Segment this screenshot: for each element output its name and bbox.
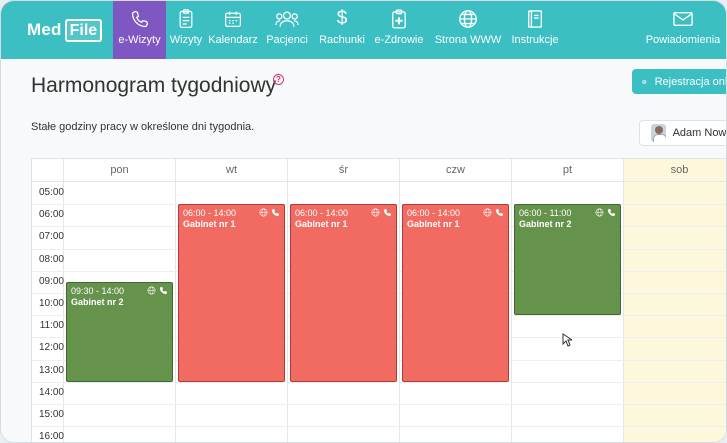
user-name: Adam Nowak: [672, 127, 727, 139]
hour-label: 10:00: [38, 298, 64, 309]
block-room: Gabinet nr 2: [519, 219, 572, 230]
top-navbar: Med File e-Wizyty Wizyty Kalendarz Pacje…: [1, 1, 726, 59]
schedule-block[interactable]: 06:00 - 11:00 Gabinet nr 2: [514, 204, 621, 316]
page-title: Harmonogram tygodniowy: [31, 74, 277, 97]
mouse-cursor-icon: [562, 333, 572, 347]
weekly-schedule-grid: pon wt śr czw pt sob 05:00 06:00 07:00 08:00 09:00…: [31, 158, 726, 443]
schedule-block[interactable]: 09:30 - 14:00 Gabinet nr 2: [66, 281, 173, 382]
day-header-sob: sob: [624, 159, 726, 182]
header-gutter: [32, 159, 64, 182]
hour-label: 16:00: [38, 431, 64, 443]
nav-item-e-zdrowie[interactable]: e-Zdrowie: [370, 1, 428, 59]
hour-label: 11:00: [39, 320, 64, 332]
block-icons: [259, 208, 280, 217]
nav-item-e-wizyty[interactable]: e-Wizyty: [113, 1, 166, 59]
book-icon: [526, 8, 544, 30]
nav-label: Wizyty: [169, 34, 203, 46]
hour-label: 09:00: [38, 275, 64, 287]
block-icons: [483, 208, 504, 217]
hour-label: 14:00: [38, 386, 64, 398]
globe-icon: [147, 286, 156, 295]
globe-icon: [595, 208, 604, 217]
envelope-icon: [673, 8, 693, 30]
nav-label: Instrukcje: [511, 34, 559, 46]
block-icons: [595, 208, 616, 217]
nav-item-pacjenci[interactable]: Pacjenci: [260, 1, 314, 59]
avatar: [651, 124, 666, 142]
block-room: Gabinet nr 1: [183, 219, 236, 230]
nav-item-strona-www[interactable]: Strona WWW: [428, 1, 508, 59]
schedule-block[interactable]: 06:00 - 14:00 Gabinet nr 1: [402, 204, 509, 382]
help-icon[interactable]: ?: [273, 74, 284, 85]
phone-icon: [495, 209, 504, 217]
day-header-pt: pt: [512, 159, 624, 182]
globe-icon: [458, 8, 478, 30]
day-header-wt: wt: [176, 159, 288, 182]
nav-item-powiadomienia[interactable]: Powiadomienia: [642, 1, 726, 59]
hour-gridline: [32, 426, 726, 428]
registration-label: Rejestracja online: [654, 75, 727, 88]
globe-icon: [483, 208, 492, 217]
day-header-czw: czw: [400, 159, 512, 182]
phone-icon: [159, 286, 168, 295]
hour-label: 15:00: [38, 409, 64, 420]
hour-gridline: [32, 381, 726, 383]
nav-label: Powiadomienia: [645, 34, 721, 46]
hour-label: 05:00: [38, 187, 64, 198]
nav-label: e-Wizyty: [118, 34, 161, 46]
dollar-icon: $: [336, 8, 348, 29]
nav-label: e-Zdrowie: [374, 34, 424, 46]
medfile-logo[interactable]: Med File: [1, 1, 113, 59]
hour-label: 08:00: [38, 253, 64, 265]
block-icons: [147, 286, 168, 295]
nav-item-instrukcje[interactable]: Instrukcje: [508, 1, 562, 59]
schedule-block[interactable]: 06:00 - 14:00 Gabinet nr 1: [290, 204, 397, 382]
day-header-śr: śr: [288, 159, 400, 182]
user-selector[interactable]: Adam Nowak: [639, 120, 727, 146]
users-icon: [275, 8, 299, 30]
block-room: Gabinet nr 2: [71, 296, 124, 307]
phone-icon: [130, 8, 150, 30]
nav-label: Rachunki: [319, 34, 365, 46]
clipboard-icon: [177, 8, 195, 30]
nav-item-rachunki[interactable]: $ Rachunki: [314, 1, 370, 59]
globe-icon: [259, 208, 268, 217]
medical-plus-icon: [391, 8, 407, 30]
hour-label: 06:00: [38, 209, 64, 221]
block-room: Gabinet nr 1: [295, 219, 348, 230]
app-window: Med File e-Wizyty Wizyty Kalendarz Pacje…: [0, 0, 727, 443]
nav-label: Pacjenci: [266, 34, 308, 46]
phone-icon: [607, 209, 616, 217]
nav-item-kalendarz[interactable]: Kalendarz: [206, 1, 260, 59]
block-icons: [371, 208, 392, 217]
nav-label: Kalendarz: [208, 34, 258, 46]
nav-label: Strona WWW: [434, 34, 502, 46]
phone-icon: [271, 209, 280, 217]
logo-text-med: Med: [27, 20, 62, 39]
logo-text-file: File: [64, 18, 103, 42]
block-room: Gabinet nr 1: [407, 219, 460, 230]
globe-icon: [642, 79, 647, 84]
hour-label: 07:00: [38, 231, 64, 243]
globe-icon: [371, 208, 380, 217]
page-subtitle: Stałe godziny pracy w określone dni tygo…: [31, 121, 255, 133]
phone-icon: [383, 209, 392, 217]
hour-gridline: [32, 404, 726, 405]
day-header-pon: pon: [64, 159, 176, 182]
hour-label: 12:00: [38, 342, 64, 354]
hour-label: 13:00: [38, 364, 64, 376]
calendar-icon: [224, 8, 242, 30]
online-registration-button[interactable]: Rejestracja online: [632, 69, 727, 94]
schedule-block[interactable]: 06:00 - 14:00 Gabinet nr 1: [178, 204, 285, 382]
nav-item-wizyty[interactable]: Wizyty: [166, 1, 206, 59]
